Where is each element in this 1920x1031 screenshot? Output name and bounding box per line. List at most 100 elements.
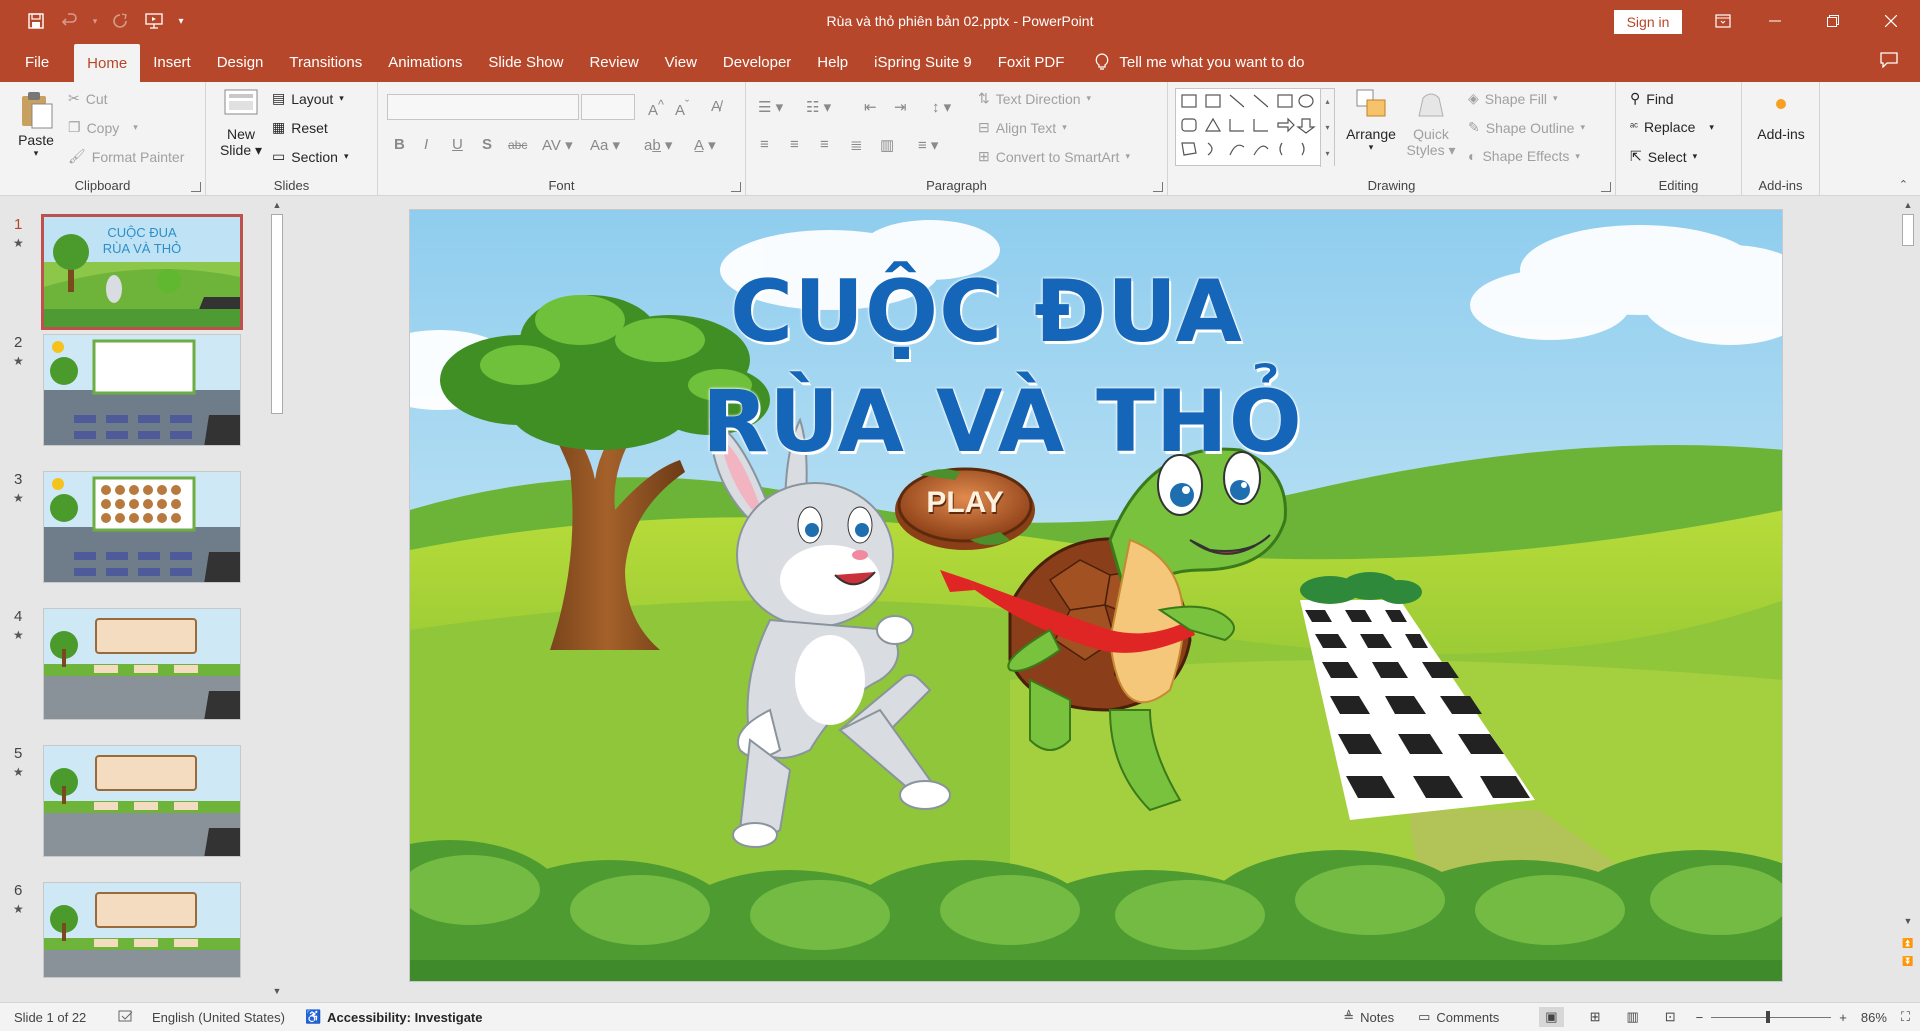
- sign-in-button[interactable]: Sign in: [1614, 10, 1682, 34]
- slide-thumbnail[interactable]: 5 ★: [0, 725, 270, 857]
- zoom-out-icon[interactable]: −: [1696, 1010, 1704, 1025]
- scroll-up-icon[interactable]: ▲: [1901, 198, 1915, 212]
- collapse-ribbon-icon[interactable]: ⌃: [1899, 178, 1908, 191]
- shape-effects-button[interactable]: ◐ Shape Effects ▾: [1468, 148, 1580, 164]
- align-left-icon[interactable]: ≡: [760, 136, 769, 153]
- bold-icon[interactable]: B: [394, 136, 405, 153]
- replace-button[interactable]: ᵃᶜ Replace ▾: [1630, 119, 1714, 135]
- character-spacing-icon[interactable]: AV ▾: [542, 136, 573, 154]
- select-button[interactable]: ⇱ Select ▾: [1630, 148, 1697, 165]
- highlight-icon[interactable]: ab̲ ▾: [644, 136, 672, 154]
- slide-canvas[interactable]: CUỘC ĐUA RÙA VÀ THỎ PLAY: [409, 209, 1783, 982]
- layout-button[interactable]: ▤ Layout ▾: [272, 90, 344, 107]
- scroll-down-icon[interactable]: ▼: [1901, 914, 1915, 928]
- slide-thumbnail[interactable]: 6 ★: [0, 862, 270, 982]
- section-button[interactable]: ▭ Section ▾: [272, 148, 348, 165]
- align-options-icon[interactable]: ≡ ▾: [918, 136, 938, 154]
- align-right-icon[interactable]: ≡: [820, 136, 829, 153]
- clear-formatting-icon[interactable]: A̸: [711, 98, 721, 115]
- minimize-icon[interactable]: [1746, 0, 1804, 42]
- shape-outline-button[interactable]: ✎ Shape Outline ▾: [1468, 119, 1585, 136]
- cut-button[interactable]: ✂ Cut: [68, 90, 108, 107]
- font-size-box[interactable]: [581, 94, 635, 120]
- start-from-beginning-icon[interactable]: [140, 7, 168, 35]
- find-button[interactable]: ⚲ Find: [1630, 90, 1674, 107]
- previous-slide-icon[interactable]: ⏫: [1901, 936, 1915, 950]
- accessibility-checker[interactable]: ♿ Accessibility: Investigate: [305, 1009, 483, 1025]
- scroll-up-icon[interactable]: ▲: [270, 198, 284, 212]
- zoom-slider-thumb[interactable]: [1766, 1011, 1771, 1023]
- font-launcher-icon[interactable]: [731, 182, 741, 192]
- arrange-button[interactable]: Arrange ▾: [1342, 88, 1400, 153]
- text-direction-button[interactable]: ⇅ Text Direction ▾: [978, 90, 1091, 107]
- decrease-indent-icon[interactable]: ⇤: [864, 98, 877, 116]
- notes-button[interactable]: ≜ Notes: [1343, 1009, 1394, 1025]
- align-center-icon[interactable]: ≡: [790, 136, 799, 153]
- shadow-icon[interactable]: S: [482, 136, 492, 153]
- convert-smartart-button[interactable]: ⊞ Convert to SmartArt ▾: [978, 148, 1130, 165]
- clipboard-launcher-icon[interactable]: [191, 182, 201, 192]
- main-scrollbar-thumb[interactable]: [1902, 214, 1914, 246]
- scroll-down-icon[interactable]: ▼: [270, 984, 284, 998]
- zoom-slider[interactable]: [1711, 1010, 1832, 1024]
- zoom-in-icon[interactable]: +: [1839, 1010, 1847, 1025]
- tab-view[interactable]: View: [652, 42, 710, 82]
- slide-thumbnail[interactable]: 3 ★: [0, 451, 270, 583]
- tab-insert[interactable]: Insert: [140, 42, 204, 82]
- language-indicator[interactable]: English (United States): [152, 1010, 285, 1025]
- undo-dropdown-icon[interactable]: ▾: [90, 7, 100, 35]
- close-icon[interactable]: [1862, 0, 1920, 42]
- tell-me-search[interactable]: Tell me what you want to do: [1077, 42, 1305, 82]
- paste-button[interactable]: Paste ▾: [14, 90, 58, 159]
- increase-font-icon[interactable]: A^: [648, 98, 664, 119]
- increase-indent-icon[interactable]: ⇥: [894, 98, 907, 116]
- change-case-icon[interactable]: Aa ▾: [590, 136, 620, 154]
- paragraph-launcher-icon[interactable]: [1153, 182, 1163, 192]
- tab-slide-show[interactable]: Slide Show: [475, 42, 576, 82]
- slide-show-icon[interactable]: ⊡: [1665, 1009, 1676, 1025]
- bullets-icon[interactable]: ☰ ▾: [758, 98, 783, 116]
- line-spacing-icon[interactable]: ↕ ▾: [932, 98, 951, 116]
- fit-to-window-icon[interactable]: ⛶: [1901, 1009, 1910, 1025]
- shapes-gallery-scroll[interactable]: ▴ ▾ ▾: [1320, 89, 1334, 167]
- reset-button[interactable]: ▦ Reset: [272, 119, 328, 136]
- play-button[interactable]: PLAY: [900, 486, 1030, 520]
- slide-thumbnail[interactable]: 2 ★: [0, 314, 270, 446]
- tab-developer[interactable]: Developer: [710, 42, 804, 82]
- ribbon-display-options-icon[interactable]: [1700, 0, 1746, 42]
- tab-foxit-pdf[interactable]: Foxit PDF: [985, 42, 1078, 82]
- comments-button[interactable]: ▭ Comments: [1418, 1009, 1499, 1025]
- justify-icon[interactable]: ≣: [850, 136, 863, 154]
- align-text-button[interactable]: ⊟ Align Text ▾: [978, 119, 1067, 136]
- tab-design[interactable]: Design: [204, 42, 277, 82]
- thumbnail-scrollbar[interactable]: ▲ ▼: [268, 196, 286, 1002]
- quick-styles-button[interactable]: Quick Styles ▾: [1404, 88, 1458, 159]
- strikethrough-icon[interactable]: abc: [508, 138, 527, 152]
- shape-fill-button[interactable]: ◈ Shape Fill ▾: [1468, 90, 1558, 107]
- restore-icon[interactable]: [1804, 0, 1862, 42]
- new-slide-button[interactable]: New Slide ▾: [216, 88, 266, 159]
- tab-help[interactable]: Help: [804, 42, 861, 82]
- tab-ispring[interactable]: iSpring Suite 9: [861, 42, 985, 82]
- save-icon[interactable]: [22, 7, 50, 35]
- comments-icon[interactable]: [1880, 52, 1898, 73]
- slide-sorter-icon[interactable]: ⊞: [1590, 1009, 1601, 1025]
- shapes-gallery[interactable]: ▴ ▾ ▾: [1175, 88, 1335, 167]
- format-painter-button[interactable]: 🖌 Format Painter: [68, 148, 184, 165]
- redo-icon[interactable]: [106, 7, 134, 35]
- tab-animations[interactable]: Animations: [375, 42, 475, 82]
- thumbnail-scrollbar-thumb[interactable]: [271, 214, 283, 414]
- columns-icon[interactable]: ▥: [880, 136, 894, 154]
- reading-view-icon[interactable]: ▥: [1626, 1009, 1638, 1025]
- font-name-box[interactable]: [387, 94, 579, 120]
- undo-icon[interactable]: [56, 7, 84, 35]
- drawing-launcher-icon[interactable]: [1601, 182, 1611, 192]
- slide-title-line-2[interactable]: RÙA VÀ THỎ: [410, 372, 1782, 472]
- underline-icon[interactable]: U: [452, 136, 463, 153]
- normal-view-icon[interactable]: ▣: [1539, 1007, 1564, 1027]
- decrease-font-icon[interactable]: Aˇ: [675, 98, 689, 119]
- slide-title-line-1[interactable]: CUỘC ĐUA: [410, 262, 1782, 362]
- main-vertical-scrollbar[interactable]: ▲ ▼ ⏫ ⏬: [1899, 196, 1917, 1002]
- next-slide-icon[interactable]: ⏬: [1901, 954, 1915, 968]
- zoom-level[interactable]: 86%: [1861, 1010, 1887, 1025]
